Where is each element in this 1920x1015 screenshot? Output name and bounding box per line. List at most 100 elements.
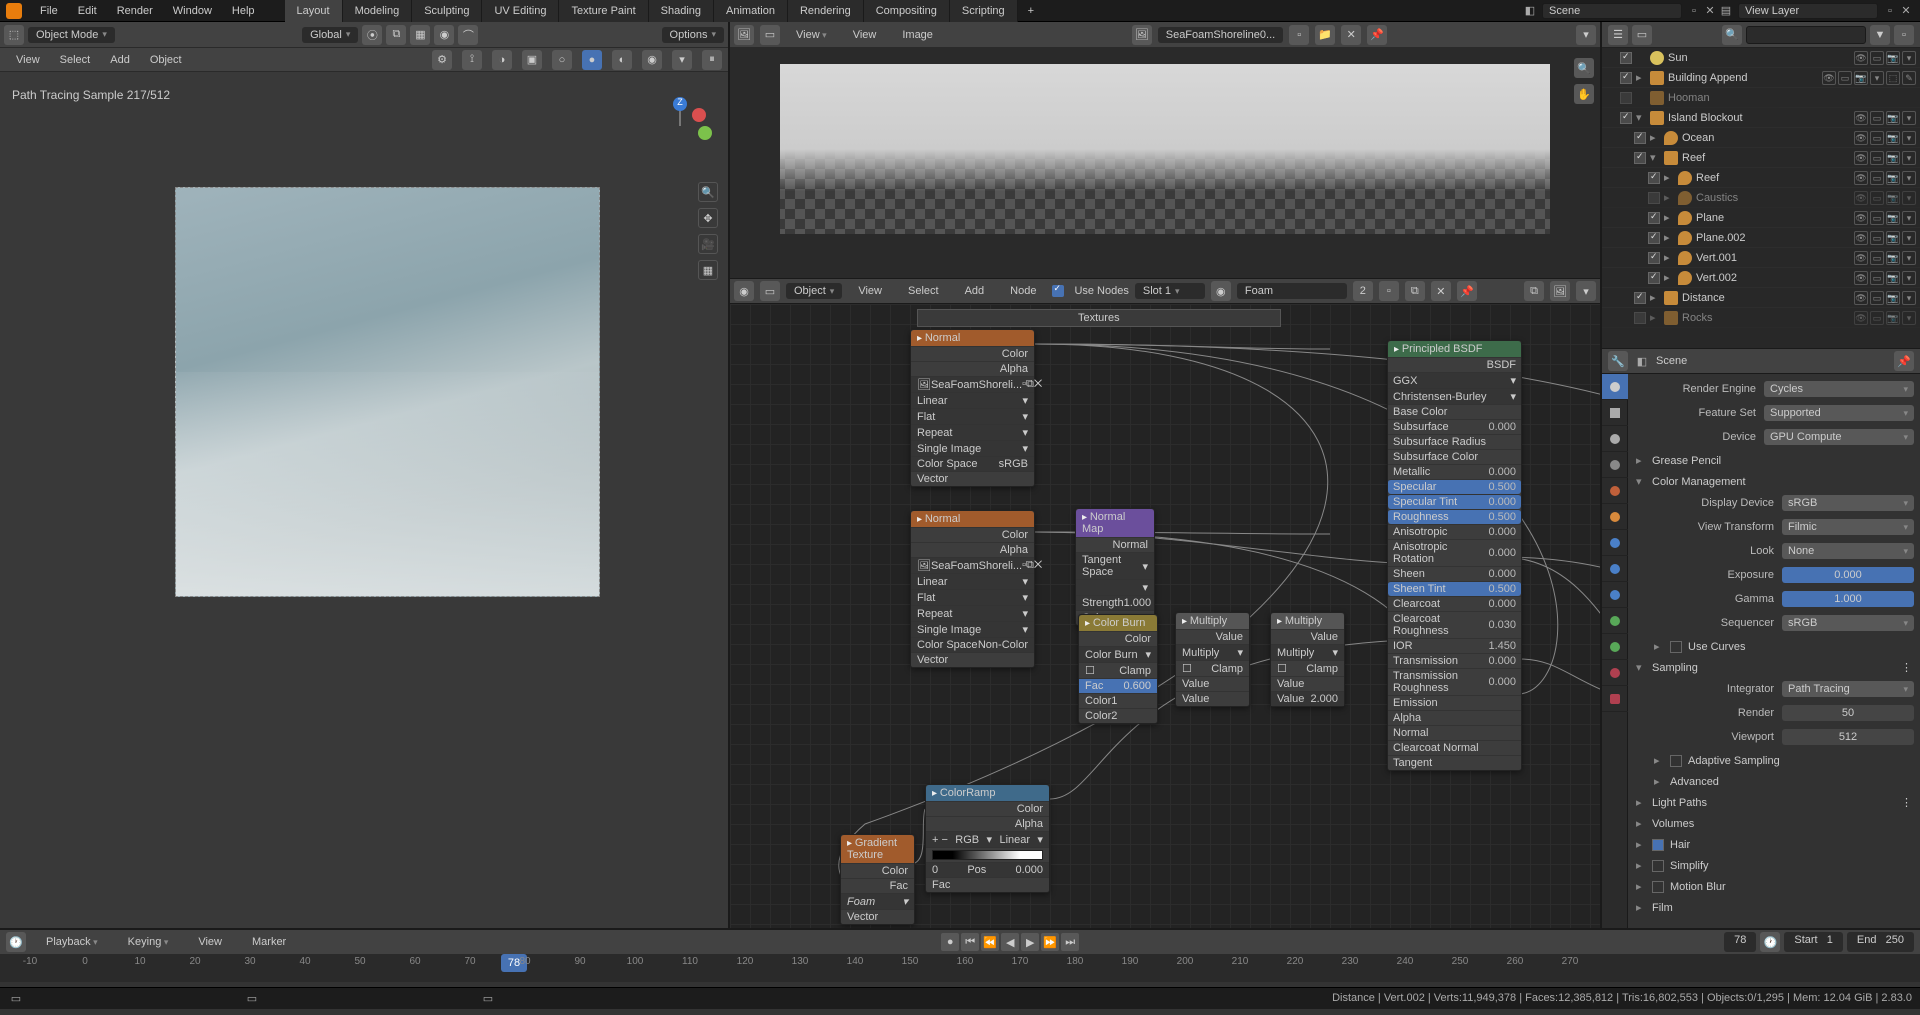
outliner-expand-icon[interactable]: ▸ (1636, 71, 1646, 84)
device-select[interactable]: GPU Compute (1764, 429, 1914, 445)
outliner-expand-icon[interactable]: ▸ (1664, 251, 1674, 264)
node-add-menu[interactable]: Add (955, 285, 995, 297)
outliner-restrict-icon[interactable]: 📷 (1886, 51, 1900, 65)
outliner-checkbox[interactable] (1634, 312, 1646, 324)
outliner-checkbox[interactable] (1648, 272, 1660, 284)
display-device-select[interactable]: sRGB (1782, 495, 1914, 511)
viewlayer-name-field[interactable]: View Layer (1738, 3, 1878, 19)
outliner-checkbox[interactable] (1620, 52, 1632, 64)
hair-section[interactable]: ▸Hair (1634, 834, 1914, 855)
material-pin-icon[interactable]: 📌 (1457, 281, 1477, 301)
workspace-tab-shading[interactable]: Shading (649, 0, 714, 22)
outliner-restrict-icon[interactable]: ▭ (1870, 151, 1884, 165)
pivot-dropdown[interactable]: ⦿ (362, 25, 382, 45)
viewlayer-tab[interactable] (1602, 426, 1628, 452)
image-editor-type-dropdown[interactable]: 🖼 (734, 25, 754, 45)
outliner-restrict-icon[interactable]: 📷 (1886, 271, 1900, 285)
outliner-expand-icon[interactable]: ▸ (1664, 191, 1674, 204)
node-gradient-texture[interactable]: ▸ Gradient Texture Color Fac Foam▾ Vecto… (840, 834, 915, 925)
outliner-restrict-icon[interactable]: 📷 (1886, 251, 1900, 265)
outliner-expand-icon[interactable]: ▸ (1664, 231, 1674, 244)
outliner-checkbox[interactable] (1620, 92, 1632, 104)
constraint-tab[interactable] (1602, 608, 1628, 634)
properties-type-dropdown[interactable]: 🔧 (1608, 351, 1628, 371)
outliner-restrict-icon[interactable]: 👁 (1854, 291, 1868, 305)
node-overlay-icon[interactable]: ▾ (1576, 281, 1596, 301)
outliner-search-input[interactable] (1746, 26, 1866, 44)
outliner-restrict-icon[interactable]: 👁 (1854, 191, 1868, 205)
motion-blur-section[interactable]: ▸Motion Blur (1634, 876, 1914, 897)
outliner-restrict-icon[interactable]: ▾ (1902, 111, 1916, 125)
volumes-section[interactable]: ▸Volumes (1634, 813, 1914, 834)
outliner-row-reef[interactable]: ▸Reef👁▭📷▾ (1602, 168, 1920, 188)
move-view-icon[interactable]: ✥ (698, 208, 718, 228)
outliner-restrict-icon[interactable]: 👁 (1854, 131, 1868, 145)
outliner-search-icon[interactable]: 🔍 (1722, 25, 1742, 45)
outliner-display-dropdown[interactable]: ▭ (1632, 25, 1652, 45)
start-frame-field[interactable]: Start 1 (1784, 932, 1843, 952)
play-button[interactable]: ▶ (1021, 933, 1039, 951)
shading-matprev[interactable]: ◐ (612, 50, 632, 70)
remove-viewlayer-icon[interactable]: ✕ (1898, 3, 1914, 19)
menu-window[interactable]: Window (163, 5, 222, 17)
overlay-toggle[interactable]: ◑ (492, 50, 512, 70)
node-principled-bsdf[interactable]: ▸ Principled BSDF BSDF GGX▾ Christensen-… (1387, 340, 1522, 771)
node-math-multiply-2[interactable]: ▸ Multiply Value Multiply▾ ☐Clamp Value … (1270, 612, 1345, 707)
outliner-row-rocks[interactable]: ▸Rocks👁▭📷▾ (1602, 308, 1920, 328)
outliner-restrict-icon[interactable]: ▾ (1902, 151, 1916, 165)
keying-menu[interactable]: Keying (118, 936, 179, 948)
grease-pencil-section[interactable]: ▸Grease Pencil (1634, 450, 1914, 471)
outliner-row-ocean[interactable]: ▸Ocean👁▭📷▾ (1602, 128, 1920, 148)
viewport-menu-add[interactable]: Add (100, 54, 140, 66)
outliner-restrict-icon[interactable]: ▭ (1870, 111, 1884, 125)
material-users[interactable]: 2 (1353, 281, 1373, 301)
header-options[interactable]: Options (662, 27, 724, 43)
shading-dropdown[interactable]: ▾ (672, 50, 692, 70)
workspace-tab-compositing[interactable]: Compositing (864, 0, 950, 22)
uv-zoom-icon[interactable]: 🔍 (1574, 58, 1594, 78)
outliner-restrict-icon[interactable]: ▾ (1902, 131, 1916, 145)
advanced-section[interactable]: ▸Advanced (1652, 771, 1914, 792)
scene-name-field[interactable]: Scene (1542, 3, 1682, 19)
outliner-expand-icon[interactable]: ▸ (1650, 311, 1660, 324)
particle-tab[interactable] (1602, 556, 1628, 582)
proportional-dropdown[interactable]: ⌒ (458, 25, 478, 45)
modifier-tab[interactable] (1602, 530, 1628, 556)
outliner-restrict-icon[interactable]: 👁 (1822, 71, 1836, 85)
adaptive-sampling-section[interactable]: ▸Adaptive Sampling (1652, 750, 1914, 771)
outliner-restrict-icon[interactable]: 👁 (1854, 111, 1868, 125)
use-curves-section[interactable]: ▸Use Curves (1652, 636, 1914, 657)
output-tab[interactable] (1602, 400, 1628, 426)
perspective-icon[interactable]: ▦ (698, 260, 718, 280)
end-frame-field[interactable]: End 250 (1847, 932, 1914, 952)
outliner-checkbox[interactable] (1634, 292, 1646, 304)
zoom-icon[interactable]: 🔍 (698, 182, 718, 202)
menu-file[interactable]: File (30, 5, 68, 17)
shading-rendered[interactable]: ◉ (642, 50, 662, 70)
node-image-texture-1[interactable]: ▸ Normal Color Alpha 🖼SeaFoamShoreli...▫… (910, 329, 1035, 487)
outliner-row-plane[interactable]: ▸Plane👁▭📷▾ (1602, 208, 1920, 228)
outliner-restrict-icon[interactable]: ▾ (1902, 211, 1916, 225)
outliner-restrict-icon[interactable]: 📷 (1886, 311, 1900, 325)
outliner-restrict-icon[interactable]: ▾ (1902, 311, 1916, 325)
outliner-row-distance[interactable]: ▸Distance👁▭📷▾ (1602, 288, 1920, 308)
outliner-expand-icon[interactable]: ▾ (1650, 151, 1660, 164)
node-node-menu[interactable]: Node (1000, 285, 1046, 297)
outliner-restrict-icon[interactable]: 👁 (1854, 51, 1868, 65)
orientation-select[interactable]: Global (302, 27, 358, 43)
filter-collection-icon[interactable]: ⚙ (432, 50, 452, 70)
outliner-restrict-icon[interactable]: 👁 (1854, 151, 1868, 165)
world-tab[interactable] (1602, 478, 1628, 504)
outliner-restrict-icon[interactable]: ▭ (1870, 191, 1884, 205)
outliner-restrict-icon[interactable]: ▭ (1870, 251, 1884, 265)
outliner-restrict-icon[interactable]: 👁 (1854, 311, 1868, 325)
outliner-expand-icon[interactable]: ▸ (1664, 171, 1674, 184)
outliner-restrict-icon[interactable]: 📷 (1886, 131, 1900, 145)
image-view-menu[interactable]: View (843, 29, 887, 41)
timeline-ruler[interactable]: 78 -100102030405060708090100110120130140… (0, 954, 1920, 982)
outliner-expand-icon[interactable]: ▸ (1664, 271, 1674, 284)
outliner-checkbox[interactable] (1634, 132, 1646, 144)
outliner-restrict-icon[interactable]: 📷 (1886, 231, 1900, 245)
outliner-restrict-icon[interactable]: ▭ (1870, 51, 1884, 65)
snap-toggle[interactable]: ⧉ (386, 25, 406, 45)
